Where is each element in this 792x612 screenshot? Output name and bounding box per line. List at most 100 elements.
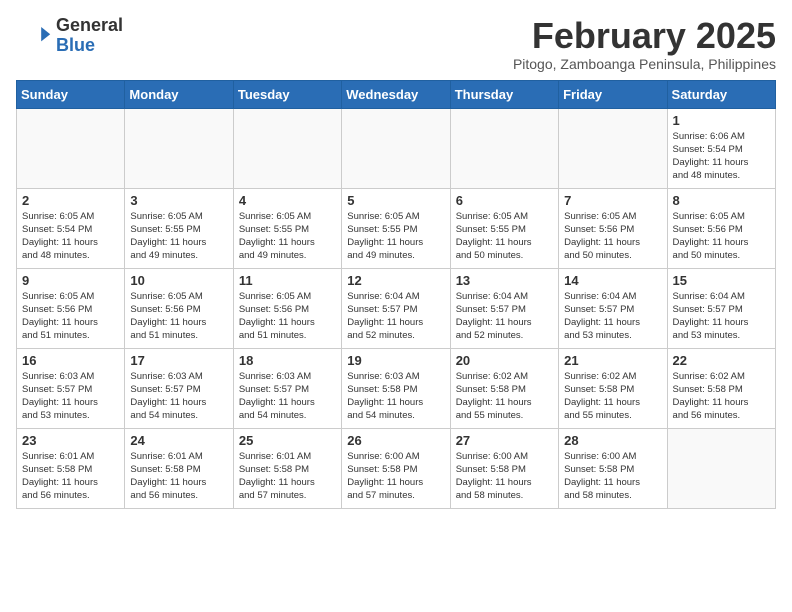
table-row: 20Sunrise: 6:02 AM Sunset: 5:58 PM Dayli… — [450, 348, 558, 428]
day-info: Sunrise: 6:05 AM Sunset: 5:56 PM Dayligh… — [130, 290, 227, 343]
col-saturday: Saturday — [667, 80, 775, 108]
day-number: 23 — [22, 433, 119, 448]
calendar-title: February 2025 — [513, 16, 776, 56]
col-sunday: Sunday — [17, 80, 125, 108]
day-info: Sunrise: 6:03 AM Sunset: 5:57 PM Dayligh… — [239, 370, 336, 423]
day-info: Sunrise: 6:04 AM Sunset: 5:57 PM Dayligh… — [347, 290, 444, 343]
calendar-subtitle: Pitogo, Zamboanga Peninsula, Philippines — [513, 56, 776, 72]
table-row: 26 Sunrise: 6:00 AM Sunset: 5:58 PM Dayli… — [342, 428, 450, 508]
table-row — [17, 108, 125, 188]
day-number: 2 — [22, 193, 119, 208]
day-number: 1 — [673, 113, 770, 128]
day-info: Sunrise: 6:01 AM Sunset: 5:58 PM Dayligh… — [239, 450, 336, 503]
col-tuesday: Tuesday — [233, 80, 341, 108]
day-info: Sunrise: 6:05 AM Sunset: 5:55 PM Dayligh… — [239, 210, 336, 263]
table-row: 3Sunrise: 6:05 AM Sunset: 5:55 PM Daylig… — [125, 188, 233, 268]
day-number: 25 — [239, 433, 336, 448]
day-number: 26 — [347, 433, 444, 448]
day-info: Sunrise: 6:02 AM Sunset: 5:58 PM Dayligh… — [564, 370, 661, 423]
table-row: 17 Sunrise: 6:03 AM Sunset: 5:57 PM Dayli… — [125, 348, 233, 428]
day-number: 7 — [564, 193, 661, 208]
day-info: Sunrise: 6:05 AM Sunset: 5:55 PM Dayligh… — [456, 210, 553, 263]
table-row — [667, 428, 775, 508]
logo-blue: Blue — [56, 35, 95, 55]
calendar-week-row: 23 Sunrise: 6:01 AM Sunset: 5:58 PM Dayli… — [17, 428, 776, 508]
table-row: 2 Sunrise: 6:05 AM Sunset: 5:54 PM Daylig… — [17, 188, 125, 268]
table-row: 1 Sunrise: 6:06 AM Sunset: 5:54 PM Daylig… — [667, 108, 775, 188]
logo-text: General Blue — [56, 16, 123, 56]
calendar-week-row: 9Sunrise: 6:05 AM Sunset: 5:56 PM Daylig… — [17, 268, 776, 348]
day-number: 28 — [564, 433, 661, 448]
calendar-week-row: 2 Sunrise: 6:05 AM Sunset: 5:54 PM Daylig… — [17, 188, 776, 268]
day-info: Sunrise: 6:05 AM Sunset: 5:54 PM Dayligh… — [22, 210, 119, 263]
day-number: 15 — [673, 273, 770, 288]
day-number: 12 — [347, 273, 444, 288]
table-row: 6 Sunrise: 6:05 AM Sunset: 5:55 PM Daylig… — [450, 188, 558, 268]
day-number: 19 — [347, 353, 444, 368]
table-row: 12 Sunrise: 6:04 AM Sunset: 5:57 PM Dayli… — [342, 268, 450, 348]
day-info: Sunrise: 6:03 AM Sunset: 5:57 PM Dayligh… — [22, 370, 119, 423]
logo: General Blue — [16, 16, 123, 56]
day-info: Sunrise: 6:03 AM Sunset: 5:58 PM Dayligh… — [347, 370, 444, 423]
day-info: Sunrise: 6:06 AM Sunset: 5:54 PM Dayligh… — [673, 130, 770, 183]
day-number: 18 — [239, 353, 336, 368]
day-info: Sunrise: 6:05 AM Sunset: 5:56 PM Dayligh… — [564, 210, 661, 263]
day-number: 16 — [22, 353, 119, 368]
day-info: Sunrise: 6:01 AM Sunset: 5:58 PM Dayligh… — [130, 450, 227, 503]
day-info: Sunrise: 6:00 AM Sunset: 5:58 PM Dayligh… — [564, 450, 661, 503]
col-thursday: Thursday — [450, 80, 558, 108]
table-row: 27Sunrise: 6:00 AM Sunset: 5:58 PM Dayli… — [450, 428, 558, 508]
calendar-table: Sunday Monday Tuesday Wednesday Thursday… — [16, 80, 776, 509]
table-row: 21 Sunrise: 6:02 AM Sunset: 5:58 PM Dayli… — [559, 348, 667, 428]
calendar-week-row: 16 Sunrise: 6:03 AM Sunset: 5:57 PM Dayli… — [17, 348, 776, 428]
day-number: 11 — [239, 273, 336, 288]
day-number: 3 — [130, 193, 227, 208]
day-number: 6 — [456, 193, 553, 208]
day-info: Sunrise: 6:02 AM Sunset: 5:58 PM Dayligh… — [673, 370, 770, 423]
title-block: February 2025 Pitogo, Zamboanga Peninsul… — [513, 16, 776, 72]
calendar-week-row: 1 Sunrise: 6:06 AM Sunset: 5:54 PM Daylig… — [17, 108, 776, 188]
day-info: Sunrise: 6:05 AM Sunset: 5:56 PM Dayligh… — [239, 290, 336, 343]
logo-icon — [16, 18, 52, 54]
table-row: 4 Sunrise: 6:05 AM Sunset: 5:55 PM Daylig… — [233, 188, 341, 268]
col-wednesday: Wednesday — [342, 80, 450, 108]
table-row — [342, 108, 450, 188]
day-number: 10 — [130, 273, 227, 288]
table-row: 8 Sunrise: 6:05 AM Sunset: 5:56 PM Daylig… — [667, 188, 775, 268]
table-row: 19 Sunrise: 6:03 AM Sunset: 5:58 PM Dayli… — [342, 348, 450, 428]
table-row: 11 Sunrise: 6:05 AM Sunset: 5:56 PM Dayli… — [233, 268, 341, 348]
day-info: Sunrise: 6:03 AM Sunset: 5:57 PM Dayligh… — [130, 370, 227, 423]
day-number: 24 — [130, 433, 227, 448]
day-number: 14 — [564, 273, 661, 288]
table-row: 9Sunrise: 6:05 AM Sunset: 5:56 PM Daylig… — [17, 268, 125, 348]
table-row: 16 Sunrise: 6:03 AM Sunset: 5:57 PM Dayli… — [17, 348, 125, 428]
table-row: 13Sunrise: 6:04 AM Sunset: 5:57 PM Dayli… — [450, 268, 558, 348]
day-info: Sunrise: 6:04 AM Sunset: 5:57 PM Dayligh… — [564, 290, 661, 343]
table-row: 10 Sunrise: 6:05 AM Sunset: 5:56 PM Dayli… — [125, 268, 233, 348]
day-number: 5 — [347, 193, 444, 208]
day-info: Sunrise: 6:02 AM Sunset: 5:58 PM Dayligh… — [456, 370, 553, 423]
table-row — [559, 108, 667, 188]
day-info: Sunrise: 6:00 AM Sunset: 5:58 PM Dayligh… — [347, 450, 444, 503]
day-info: Sunrise: 6:04 AM Sunset: 5:57 PM Dayligh… — [456, 290, 553, 343]
table-row: 7 Sunrise: 6:05 AM Sunset: 5:56 PM Daylig… — [559, 188, 667, 268]
table-row — [125, 108, 233, 188]
page-header: General Blue February 2025 Pitogo, Zambo… — [16, 16, 776, 72]
day-number: 21 — [564, 353, 661, 368]
day-number: 8 — [673, 193, 770, 208]
table-row: 14 Sunrise: 6:04 AM Sunset: 5:57 PM Dayli… — [559, 268, 667, 348]
day-info: Sunrise: 6:05 AM Sunset: 5:56 PM Dayligh… — [673, 210, 770, 263]
col-friday: Friday — [559, 80, 667, 108]
day-info: Sunrise: 6:05 AM Sunset: 5:56 PM Dayligh… — [22, 290, 119, 343]
table-row: 15Sunrise: 6:04 AM Sunset: 5:57 PM Dayli… — [667, 268, 775, 348]
table-row — [233, 108, 341, 188]
table-row: 24 Sunrise: 6:01 AM Sunset: 5:58 PM Dayli… — [125, 428, 233, 508]
table-row — [450, 108, 558, 188]
table-row: 23Sunrise: 6:01 AM Sunset: 5:58 PM Dayli… — [17, 428, 125, 508]
day-info: Sunrise: 6:05 AM Sunset: 5:55 PM Dayligh… — [347, 210, 444, 263]
calendar-header-row: Sunday Monday Tuesday Wednesday Thursday… — [17, 80, 776, 108]
day-number: 4 — [239, 193, 336, 208]
table-row: 5 Sunrise: 6:05 AM Sunset: 5:55 PM Daylig… — [342, 188, 450, 268]
col-monday: Monday — [125, 80, 233, 108]
day-number: 17 — [130, 353, 227, 368]
